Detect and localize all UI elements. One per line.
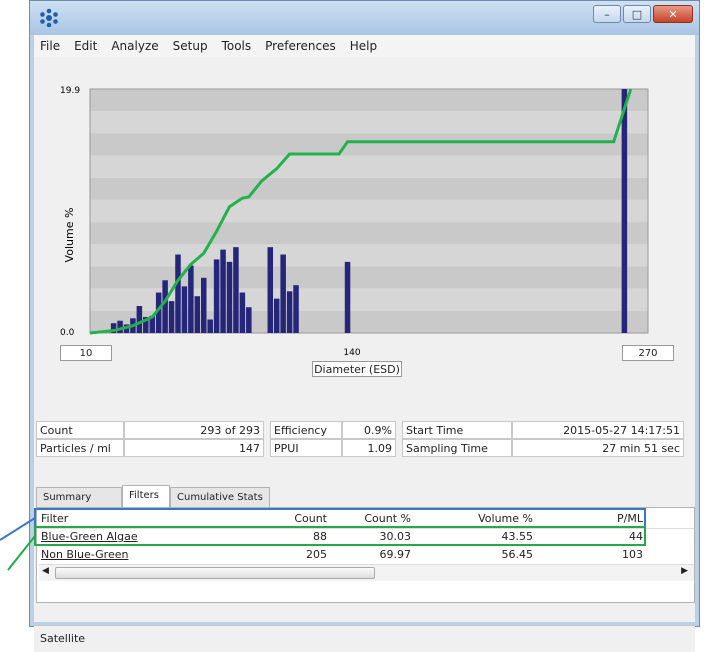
histogram-bar xyxy=(226,261,233,333)
start-time-label: Start Time xyxy=(402,421,512,439)
menu-file[interactable]: File xyxy=(40,39,60,53)
y-min-label: 0.0 xyxy=(60,328,75,338)
histogram-bar xyxy=(168,301,175,333)
header-count-pct[interactable]: Count % xyxy=(329,510,411,528)
header-pml[interactable]: P/ML xyxy=(535,510,643,528)
count-label: Count xyxy=(36,421,124,439)
histogram-bar xyxy=(280,254,286,333)
row-filter-name: Non Blue-Green xyxy=(41,548,129,561)
plot-band xyxy=(90,133,648,156)
status-bar: Satellite xyxy=(34,625,695,652)
histogram-bar xyxy=(207,319,213,333)
histogram-bar xyxy=(213,259,220,333)
histogram-bar xyxy=(200,277,207,333)
plot-band xyxy=(90,244,648,267)
ppui-value: 1.09 xyxy=(342,439,396,457)
x-min-box[interactable]: 10 xyxy=(60,345,112,361)
histogram-bar xyxy=(239,292,246,333)
menu-bar: File Edit Analyze Setup Tools Preference… xyxy=(34,35,695,58)
menu-preferences[interactable]: Preferences xyxy=(265,39,336,53)
title-bar: – □ ✕ xyxy=(30,1,699,35)
horizontal-scrollbar[interactable]: ◀ ▶ xyxy=(39,564,694,581)
stats-panel: Count 293 of 293 Particles / ml 147 Effi… xyxy=(34,419,695,475)
header-volume-pct[interactable]: Volume % xyxy=(413,510,533,528)
y-max-label: 19.9 xyxy=(60,86,80,96)
histogram-bar xyxy=(293,285,299,333)
menu-analyze[interactable]: Analyze xyxy=(111,39,158,53)
histogram-bar xyxy=(188,265,194,333)
histogram-bar xyxy=(181,286,188,333)
histogram-bar xyxy=(286,291,293,333)
row-pml: 44 xyxy=(629,530,643,543)
menu-tools[interactable]: Tools xyxy=(222,39,252,53)
histogram-bar xyxy=(162,280,168,333)
menu-setup[interactable]: Setup xyxy=(173,39,208,53)
histogram-bar xyxy=(136,306,143,333)
table-row[interactable]: Blue-Green Algae 88 30.03 43.55 44 xyxy=(37,528,694,546)
count-value: 293 of 293 xyxy=(124,421,264,439)
histogram-bar xyxy=(344,261,351,333)
histogram-bar xyxy=(246,307,252,333)
particles-label: Particles / ml xyxy=(36,439,124,457)
scroll-left-icon[interactable]: ◀ xyxy=(42,566,49,576)
row-filter-name: Blue-Green Algae xyxy=(41,530,138,543)
table-header: Filter Count Count % Volume % P/ML xyxy=(37,510,694,529)
minimize-button[interactable]: – xyxy=(593,5,621,23)
sampling-time-label: Sampling Time xyxy=(402,439,512,457)
row-volume-pct: 56.45 xyxy=(501,548,534,561)
maximize-icon: □ xyxy=(631,7,643,21)
histogram-bar xyxy=(117,320,123,333)
tab-filters[interactable]: Filters xyxy=(122,485,170,507)
minimize-icon: – xyxy=(604,7,610,21)
table-row[interactable]: Non Blue-Green 205 69.97 56.45 103 xyxy=(37,546,694,564)
row-count-pct: 69.97 xyxy=(379,548,412,561)
sampling-time-value: 27 min 51 sec xyxy=(512,439,684,457)
menu-help[interactable]: Help xyxy=(350,39,377,53)
header-filter[interactable]: Filter xyxy=(41,510,231,528)
plot-band xyxy=(90,89,648,112)
plot-band xyxy=(90,111,648,134)
app-window: – □ ✕ File Edit Analyze Setup Tools Pref… xyxy=(29,0,700,652)
client-area: File Edit Analyze Setup Tools Preference… xyxy=(34,35,695,652)
close-icon: ✕ xyxy=(668,7,678,21)
histogram-bar xyxy=(621,89,628,333)
close-button[interactable]: ✕ xyxy=(653,5,693,23)
row-count-pct: 30.03 xyxy=(379,530,412,543)
histogram-bar xyxy=(194,296,201,333)
plot-band xyxy=(90,155,648,178)
histogram-bar xyxy=(233,247,239,333)
histogram-bar xyxy=(267,247,274,333)
scroll-right-icon[interactable]: ▶ xyxy=(681,566,688,576)
row-volume-pct: 43.55 xyxy=(501,530,534,543)
row-count: 205 xyxy=(306,548,327,561)
plot-band xyxy=(90,177,648,200)
histogram-bar xyxy=(220,249,226,333)
app-icon xyxy=(40,8,58,28)
histogram-bar xyxy=(175,254,181,333)
tab-cumulative-stats[interactable]: Cumulative Stats xyxy=(170,487,270,507)
scroll-thumb[interactable] xyxy=(55,567,375,579)
histogram-bar xyxy=(273,298,280,333)
plot-band xyxy=(90,199,648,223)
volume-chart: 19.9 0.0 Volume % 140 10 Diameter (ESD) … xyxy=(34,57,695,417)
start-time-value: 2015-05-27 14:17:51 xyxy=(512,421,684,439)
plot-background xyxy=(89,88,649,334)
tab-summary-stats[interactable]: Summary Stats xyxy=(36,487,122,523)
x-mid-label: 140 xyxy=(343,348,360,358)
y-axis-label: Volume % xyxy=(63,208,76,263)
row-count: 88 xyxy=(313,530,327,543)
x-max-box[interactable]: 270 xyxy=(622,345,674,361)
menu-edit[interactable]: Edit xyxy=(74,39,97,53)
filters-table: Filter Count Count % Volume % P/ML Blue-… xyxy=(36,507,695,603)
row-pml: 103 xyxy=(622,548,643,561)
header-count[interactable]: Count xyxy=(233,510,327,528)
particles-value: 147 xyxy=(124,439,264,457)
plot-band xyxy=(90,222,648,245)
ppui-label: PPUI xyxy=(270,439,342,457)
tab-bar: Summary Stats Filters Cumulative Stats xyxy=(34,483,695,523)
x-axis-title-box[interactable]: Diameter (ESD) xyxy=(312,361,402,377)
maximize-button[interactable]: □ xyxy=(623,5,651,23)
efficiency-value: 0.9% xyxy=(342,421,396,439)
efficiency-label: Efficiency xyxy=(270,421,342,439)
